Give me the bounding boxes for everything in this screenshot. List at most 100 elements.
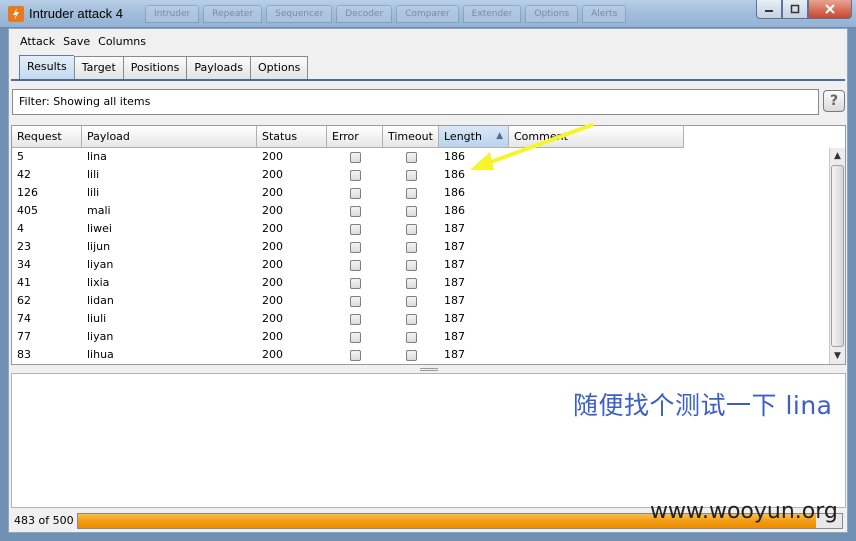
payload-cell: liyan bbox=[87, 258, 114, 271]
request-cell: 41 bbox=[17, 276, 31, 289]
scroll-thumb[interactable] bbox=[831, 165, 844, 347]
column-header-request[interactable]: Request bbox=[12, 126, 82, 148]
request-cell: 62 bbox=[17, 294, 31, 307]
tab-payloads[interactable]: Payloads bbox=[186, 56, 250, 81]
status-cell: 200 bbox=[262, 348, 283, 361]
error-checkbox[interactable] bbox=[349, 205, 361, 217]
error-cell bbox=[327, 292, 383, 310]
menu-item-columns[interactable]: Columns bbox=[97, 35, 147, 48]
length-cell: 187 bbox=[444, 330, 465, 343]
table-row[interactable]: 126 lili 200 186 bbox=[12, 184, 684, 202]
error-checkbox[interactable] bbox=[349, 169, 361, 181]
error-checkbox[interactable] bbox=[349, 223, 361, 235]
table-row[interactable]: 5 lina 200 186 bbox=[12, 148, 684, 166]
timeout-cell bbox=[383, 346, 439, 364]
table-row[interactable]: 405 mali 200 186 bbox=[12, 202, 684, 220]
table-row[interactable]: 42 lili 200 186 bbox=[12, 166, 684, 184]
column-header-error[interactable]: Error bbox=[327, 126, 383, 148]
payload-cell: mali bbox=[87, 204, 111, 217]
minimize-button[interactable] bbox=[756, 0, 782, 19]
comment-cell bbox=[509, 292, 684, 310]
request-cell: 4 bbox=[17, 222, 24, 235]
tab-options[interactable]: Options bbox=[249, 56, 309, 81]
column-header-label: Error bbox=[332, 130, 359, 143]
progress-text: 483 of 500 bbox=[14, 514, 74, 527]
timeout-checkbox[interactable] bbox=[405, 277, 417, 289]
length-cell: 187 bbox=[444, 348, 465, 361]
error-checkbox[interactable] bbox=[349, 277, 361, 289]
timeout-checkbox[interactable] bbox=[405, 151, 417, 163]
table-row[interactable]: 4 liwei 200 187 bbox=[12, 220, 684, 238]
error-checkbox[interactable] bbox=[349, 331, 361, 343]
timeout-checkbox[interactable] bbox=[405, 331, 417, 343]
maximize-icon bbox=[790, 4, 800, 14]
length-cell: 187 bbox=[444, 258, 465, 271]
timeout-checkbox[interactable] bbox=[405, 349, 417, 361]
status-cell: 200 bbox=[262, 258, 283, 271]
error-checkbox[interactable] bbox=[349, 259, 361, 271]
tab-target[interactable]: Target bbox=[73, 56, 123, 81]
table-header: Request Payload Status Error Timeout Length ▲ C… bbox=[12, 126, 684, 148]
pane-splitter[interactable] bbox=[420, 368, 438, 371]
timeout-checkbox[interactable] bbox=[405, 295, 417, 307]
filter-bar[interactable]: Filter: Showing all items bbox=[12, 89, 819, 115]
timeout-checkbox[interactable] bbox=[405, 205, 417, 217]
length-cell: 186 bbox=[444, 168, 465, 181]
results-table: Request Payload Status Error Timeout Length ▲ C… bbox=[11, 125, 846, 365]
error-checkbox[interactable] bbox=[349, 187, 361, 199]
tab-results[interactable]: Results bbox=[19, 55, 74, 81]
timeout-checkbox[interactable] bbox=[405, 187, 417, 199]
timeout-checkbox[interactable] bbox=[405, 169, 417, 181]
error-checkbox[interactable] bbox=[349, 241, 361, 253]
payload-cell: lili bbox=[87, 186, 100, 199]
request-cell: 42 bbox=[17, 168, 31, 181]
request-cell: 74 bbox=[17, 312, 31, 325]
menu-item-save[interactable]: Save bbox=[62, 35, 91, 48]
column-header-label: Request bbox=[17, 130, 62, 143]
column-header-comment[interactable]: Comment bbox=[509, 126, 684, 148]
length-cell: 187 bbox=[444, 222, 465, 235]
error-checkbox[interactable] bbox=[349, 295, 361, 307]
column-header-timeout[interactable]: Timeout bbox=[383, 126, 439, 148]
error-checkbox[interactable] bbox=[349, 313, 361, 325]
timeout-checkbox[interactable] bbox=[405, 241, 417, 253]
error-checkbox[interactable] bbox=[349, 151, 361, 163]
table-row[interactable]: 74 liuli 200 187 bbox=[12, 310, 684, 328]
error-cell bbox=[327, 346, 383, 364]
comment-cell bbox=[509, 166, 684, 184]
length-cell: 187 bbox=[444, 240, 465, 253]
timeout-cell bbox=[383, 292, 439, 310]
table-row[interactable]: 77 liyan 200 187 bbox=[12, 328, 684, 346]
error-checkbox[interactable] bbox=[349, 349, 361, 361]
status-cell: 200 bbox=[262, 204, 283, 217]
vertical-scrollbar[interactable]: ▲ ▼ bbox=[829, 148, 845, 364]
scroll-down-icon[interactable]: ▼ bbox=[830, 348, 845, 364]
table-row[interactable]: 34 liyan 200 187 bbox=[12, 256, 684, 274]
error-cell bbox=[327, 256, 383, 274]
burp-app-icon bbox=[8, 6, 24, 22]
payload-cell: lidan bbox=[87, 294, 114, 307]
title-bar: Intruder attack 4 Intruder Repeater Sequen… bbox=[0, 0, 856, 28]
timeout-cell bbox=[383, 166, 439, 184]
maximize-button[interactable] bbox=[782, 0, 808, 19]
error-cell bbox=[327, 328, 383, 346]
menu-item-attack[interactable]: Attack bbox=[19, 35, 56, 48]
column-header-payload[interactable]: Payload bbox=[82, 126, 257, 148]
column-header-length[interactable]: Length ▲ bbox=[439, 126, 509, 148]
scroll-up-icon[interactable]: ▲ bbox=[830, 148, 845, 164]
status-cell: 200 bbox=[262, 330, 283, 343]
timeout-checkbox[interactable] bbox=[405, 259, 417, 271]
timeout-checkbox[interactable] bbox=[405, 313, 417, 325]
table-row[interactable]: 83 lihua 200 187 bbox=[12, 346, 684, 364]
close-button[interactable] bbox=[808, 0, 852, 19]
tab-positions[interactable]: Positions bbox=[122, 56, 187, 81]
column-header-status[interactable]: Status bbox=[257, 126, 327, 148]
background-tab: Extender bbox=[462, 5, 522, 23]
timeout-checkbox[interactable] bbox=[405, 223, 417, 235]
status-cell: 200 bbox=[262, 240, 283, 253]
help-button[interactable]: ? bbox=[823, 90, 845, 112]
table-row[interactable]: 23 lijun 200 187 bbox=[12, 238, 684, 256]
table-row[interactable]: 41 lixia 200 187 bbox=[12, 274, 684, 292]
window-controls bbox=[756, 0, 852, 19]
table-row[interactable]: 62 lidan 200 187 bbox=[12, 292, 684, 310]
